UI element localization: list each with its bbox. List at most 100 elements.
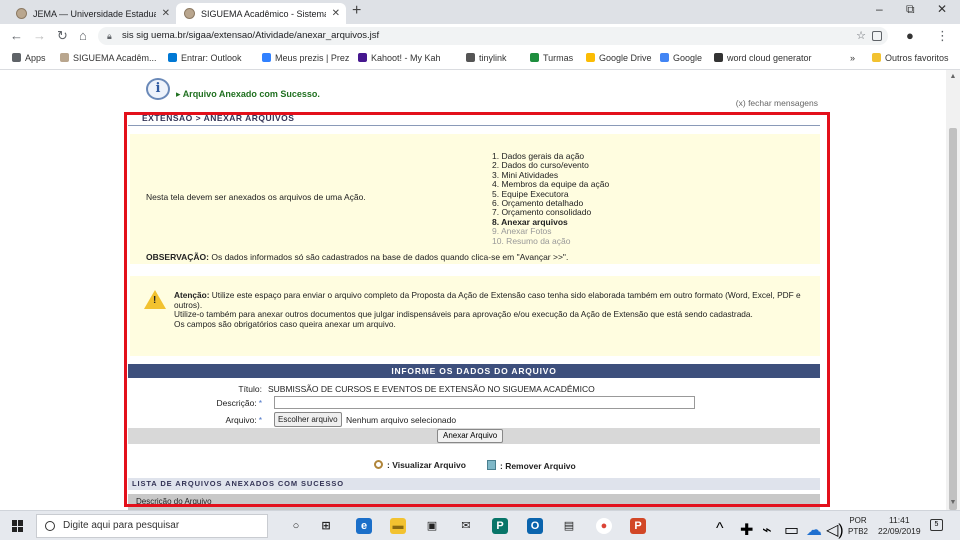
- outlook-icon[interactable]: O: [527, 518, 543, 534]
- forward-arrow-icon[interactable]: →: [33, 28, 46, 43]
- instructions-panel: Nesta tela devem ser anexados os arquivo…: [130, 134, 820, 264]
- close-tab-icon[interactable]: ✕: [332, 8, 340, 19]
- menu-kebab-icon[interactable]: ⋮: [936, 28, 949, 44]
- scroll-thumb[interactable]: [949, 128, 957, 510]
- bookmark-siguema[interactable]: SIGUEMA Acadêm...: [60, 53, 157, 63]
- input-language[interactable]: POR PTB2: [848, 515, 868, 537]
- remove-file-legend: : Remover Arquivo: [487, 460, 576, 471]
- apps-grid-icon: [12, 53, 21, 62]
- tinylink-icon: [466, 53, 475, 62]
- info-icon: i: [146, 78, 170, 100]
- tab-siguema[interactable]: SIGUEMA Acadêmico - Sistema In ✕: [176, 3, 346, 24]
- edge-icon[interactable]: e: [356, 518, 372, 534]
- bookmark-tinylink[interactable]: tinylink: [466, 53, 507, 63]
- view-file-legend: : Visualizar Arquivo: [374, 460, 466, 470]
- chrome-icon[interactable]: ●: [596, 518, 612, 534]
- browser-tab-strip: JEMA — Universidade Estadual d ✕ SIGUEMA…: [0, 0, 960, 24]
- attached-files-header: LISTA DE ARQUIVOS ANEXADOS COM SUCESSO: [128, 478, 820, 490]
- publisher-icon[interactable]: P: [492, 518, 508, 534]
- wizard-steps: 1. Dados gerais da ação 2. Dados do curs…: [492, 151, 609, 246]
- bookmark-word-cloud[interactable]: word cloud generator: [714, 53, 812, 63]
- tab-title: SIGUEMA Acadêmico - Sistema In: [201, 8, 326, 19]
- bookmark-google-drive[interactable]: Google Drive: [586, 53, 652, 63]
- file-row: Arquivo: * Escolher arquivo Nenhum arquiv…: [128, 412, 820, 428]
- scroll-up-icon[interactable]: ▲: [946, 70, 960, 84]
- system-clock[interactable]: 11:41 22/09/2019: [878, 515, 921, 537]
- step-item: 10. Resumo da ação: [492, 235, 571, 246]
- page-scrollbar[interactable]: ▲ ▼: [946, 70, 960, 510]
- multitask-icon[interactable]: ⊞: [318, 518, 334, 534]
- tab-uema[interactable]: JEMA — Universidade Estadual d ✕: [8, 3, 176, 24]
- powerpoint-icon[interactable]: P: [630, 518, 646, 534]
- title-value: SUBMISSÃO DE CURSOS E EVENTOS DE EXTENSÃ…: [268, 384, 595, 394]
- bookmarks-bar: Apps SIGUEMA Acadêm... Entrar: Outlook M…: [0, 48, 960, 70]
- kahoot-icon: [358, 53, 367, 62]
- windows-taskbar: Digite aqui para pesquisar ○ ⊞ e ▬ ▣ ✉ P…: [0, 510, 960, 540]
- notifications-icon[interactable]: 5: [930, 519, 943, 531]
- onedrive-icon[interactable]: ☁: [806, 520, 822, 540]
- close-messages-link[interactable]: (x) fechar mensagens: [736, 98, 818, 108]
- windows-start-icon[interactable]: [12, 520, 24, 532]
- warning-icon: !: [144, 290, 166, 309]
- google-icon: [660, 53, 669, 62]
- new-tab-button[interactable]: +: [352, 2, 361, 20]
- web-page: i ▸ Arquivo Anexado com Sucesso. (x) fec…: [0, 70, 960, 510]
- battery-icon[interactable]: ▭: [784, 520, 799, 540]
- mail-icon[interactable]: ✉: [458, 518, 474, 534]
- description-label: Descrição: *: [216, 398, 262, 408]
- magnifier-icon: [374, 460, 383, 469]
- prezi-icon: [262, 53, 271, 62]
- title-label: Título:: [238, 384, 262, 394]
- home-icon[interactable]: ⌂: [79, 28, 87, 43]
- page-content: i ▸ Arquivo Anexado com Sucesso. (x) fec…: [122, 70, 828, 510]
- profile-icon[interactable]: ●: [906, 28, 914, 43]
- search-placeholder: Digite aqui para pesquisar: [63, 520, 180, 531]
- volume-icon[interactable]: ◁): [826, 520, 844, 540]
- bookmarks-overflow[interactable]: »: [850, 53, 855, 63]
- breadcrumb: EXTENSÃO > ANEXAR ARQUIVOS: [142, 113, 295, 123]
- bookmark-apps[interactable]: Apps: [12, 53, 46, 63]
- close-window-button[interactable]: ✕: [937, 2, 947, 16]
- selected-file-name: Nenhum arquivo selecionado: [346, 415, 457, 425]
- siguema-favicon-icon: [184, 8, 195, 19]
- bookmark-outlook[interactable]: Entrar: Outlook: [168, 53, 242, 63]
- observation-text: OBSERVAÇÃO: Os dados informados só são c…: [146, 252, 569, 262]
- address-bar[interactable]: 🔒︎ sis sig uema.br/sigaa/extensao/Ativid…: [98, 27, 888, 45]
- url-text: sis sig uema.br/sigaa/extensao/Atividade…: [122, 30, 380, 41]
- intro-text: Nesta tela devem ser anexados os arquivo…: [146, 192, 366, 202]
- taskbar-search-input[interactable]: Digite aqui para pesquisar: [36, 514, 268, 538]
- tray-overflow-icon[interactable]: ^: [716, 520, 724, 538]
- task-view-icon[interactable]: ○: [288, 518, 304, 534]
- store-icon[interactable]: ▣: [424, 518, 440, 534]
- bookmark-turmas[interactable]: Turmas: [530, 53, 573, 63]
- google-drive-icon: [586, 53, 595, 62]
- column-header-description: Descrição do Arquivo: [128, 494, 820, 510]
- lock-icon: 🔒︎: [107, 31, 112, 41]
- scroll-down-icon[interactable]: ▼: [946, 496, 960, 510]
- cloud-icon: [714, 53, 723, 62]
- classroom-icon: [530, 53, 539, 62]
- reload-icon[interactable]: ↻: [57, 28, 68, 44]
- bookmark-star-icon[interactable]: ☆: [856, 27, 866, 45]
- network-icon[interactable]: ⌁: [762, 520, 772, 540]
- restore-button[interactable]: ⧉: [906, 2, 915, 17]
- file-label: Arquivo: *: [225, 415, 263, 425]
- other-bookmarks[interactable]: Outros favoritos: [872, 53, 949, 63]
- extension-icon[interactable]: [872, 31, 882, 41]
- bookmark-google[interactable]: Google: [660, 53, 702, 63]
- siguema-icon: [60, 53, 69, 62]
- warning-panel: ! Atenção: Utilize este espaço para envi…: [130, 276, 820, 356]
- back-arrow-icon[interactable]: ←: [10, 28, 23, 43]
- attach-file-button[interactable]: Anexar Arquivo: [437, 429, 504, 443]
- close-tab-icon[interactable]: ✕: [162, 8, 170, 19]
- bookmark-kahoot[interactable]: Kahoot! - My Kah: [358, 53, 441, 63]
- choose-file-button[interactable]: Escolher arquivo: [274, 412, 342, 427]
- file-explorer-icon[interactable]: ▬: [390, 518, 406, 534]
- uema-favicon-icon: [16, 8, 27, 19]
- description-input[interactable]: [274, 396, 695, 409]
- warning-text: Atenção: Utilize este espaço para enviar…: [174, 290, 801, 329]
- calculator-icon[interactable]: ▤: [561, 518, 577, 534]
- minimize-button[interactable]: –: [876, 2, 883, 16]
- tray-app-icon[interactable]: ✚: [740, 520, 753, 540]
- bookmark-prezi[interactable]: Meus prezis | Prez: [262, 53, 349, 63]
